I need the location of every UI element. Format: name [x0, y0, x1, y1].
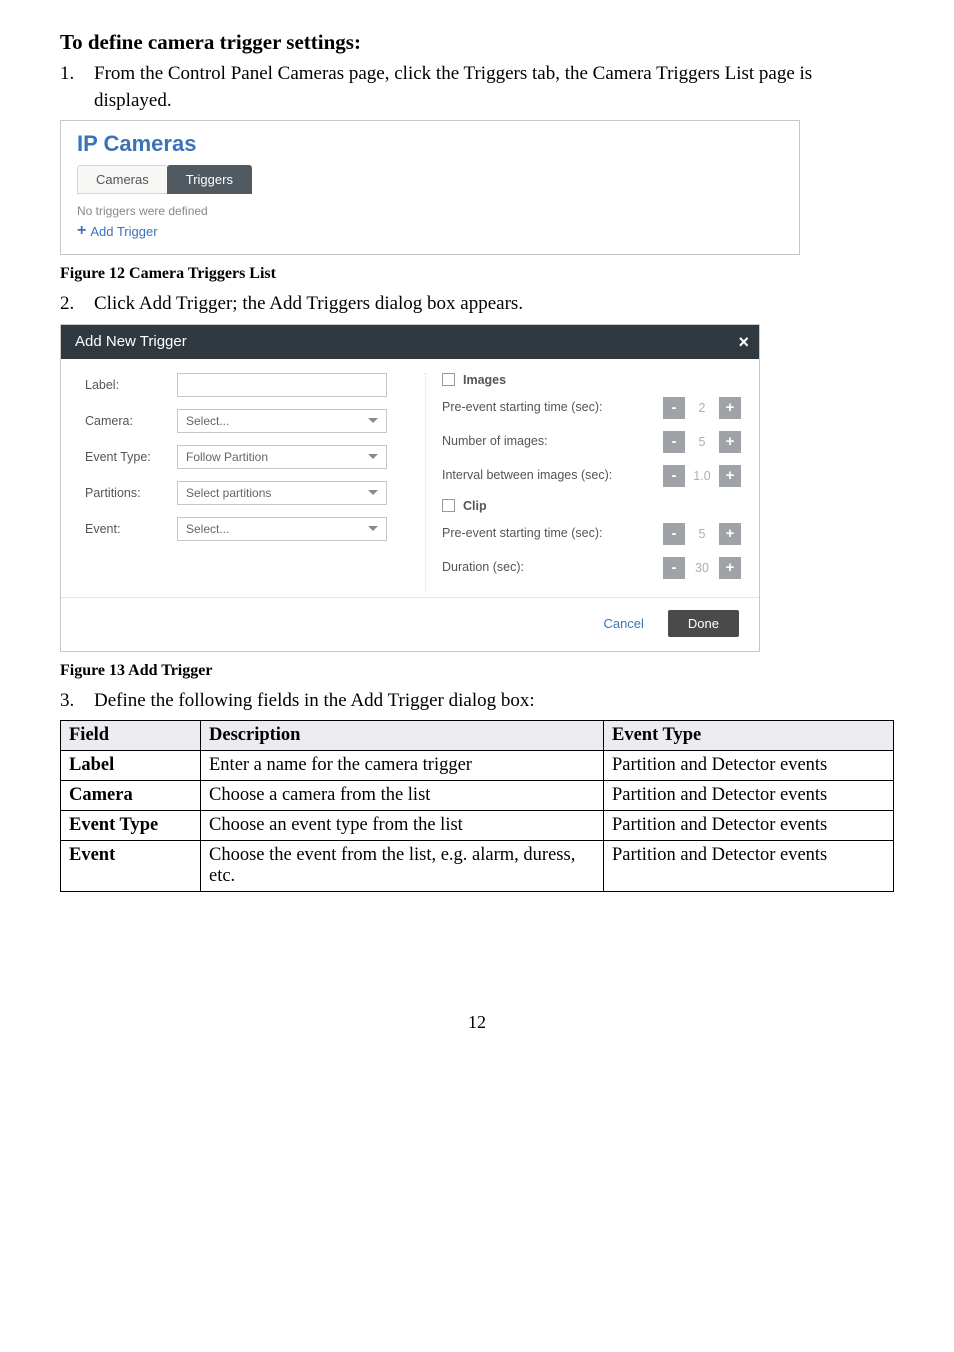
- cancel-button[interactable]: Cancel: [603, 616, 643, 631]
- pre-event-clip-value: 5: [685, 523, 719, 545]
- tab-cameras[interactable]: Cameras: [77, 165, 168, 194]
- cell-etype: Partition and Detector events: [604, 781, 894, 811]
- plus-icon: +: [77, 222, 86, 240]
- dialog-footer: Cancel Done: [61, 597, 759, 651]
- dialog-title: Add New Trigger: [75, 333, 187, 350]
- event-type-select[interactable]: Follow Partition: [177, 445, 387, 469]
- done-button[interactable]: Done: [668, 610, 739, 637]
- minus-icon[interactable]: -: [663, 557, 685, 579]
- event-select-value: Select...: [186, 522, 229, 536]
- step-1-text: From the Control Panel Cameras page, cli…: [94, 61, 894, 114]
- label-input[interactable]: [177, 373, 387, 397]
- table-row: Event Choose the event from the list, e.…: [61, 841, 894, 892]
- add-new-trigger-dialog: Add New Trigger × Label: Camera: Select.…: [60, 324, 760, 652]
- plus-icon[interactable]: +: [719, 431, 741, 453]
- cell-desc: Choose the event from the list, e.g. ala…: [201, 841, 604, 892]
- table-row: Event Type Choose an event type from the…: [61, 811, 894, 841]
- partitions-select[interactable]: Select partitions: [177, 481, 387, 505]
- cell-desc: Enter a name for the camera trigger: [201, 751, 604, 781]
- interval-images-label: Interval between images (sec):: [442, 468, 663, 483]
- number-of-images-stepper[interactable]: - 5 +: [663, 431, 741, 453]
- camera-select-value: Select...: [186, 414, 229, 428]
- cell-field: Label: [61, 751, 201, 781]
- cell-field: Camera: [61, 781, 201, 811]
- step-3-text: Define the following fields in the Add T…: [94, 688, 894, 715]
- minus-icon[interactable]: -: [663, 523, 685, 545]
- images-section-head: Images: [442, 373, 741, 387]
- cell-desc: Choose a camera from the list: [201, 781, 604, 811]
- plus-icon[interactable]: +: [719, 523, 741, 545]
- figure-12-caption: Figure 12 Camera Triggers List: [60, 265, 894, 283]
- chevron-down-icon: [368, 418, 378, 423]
- images-checkbox[interactable]: [442, 373, 455, 386]
- chevron-down-icon: [368, 526, 378, 531]
- event-type-select-value: Follow Partition: [186, 450, 268, 464]
- ip-cameras-panel: IP Cameras Cameras Triggers No triggers …: [60, 120, 800, 255]
- cell-field: Event Type: [61, 811, 201, 841]
- step-1-number: 1.: [60, 61, 94, 114]
- minus-icon[interactable]: -: [663, 465, 685, 487]
- field-definition-table: Field Description Event Type Label Enter…: [60, 720, 894, 892]
- step-2-text: Click Add Trigger; the Add Triggers dial…: [94, 291, 894, 318]
- cell-field: Event: [61, 841, 201, 892]
- camera-select[interactable]: Select...: [177, 409, 387, 433]
- cell-desc: Choose an event type from the list: [201, 811, 604, 841]
- event-select[interactable]: Select...: [177, 517, 387, 541]
- dialog-header: Add New Trigger ×: [61, 325, 759, 359]
- step-3-number: 3.: [60, 688, 94, 715]
- chevron-down-icon: [368, 490, 378, 495]
- tab-triggers[interactable]: Triggers: [167, 165, 252, 194]
- number-of-images-label: Number of images:: [442, 434, 663, 449]
- duration-stepper[interactable]: - 30 +: [663, 557, 741, 579]
- clip-head-label: Clip: [463, 499, 487, 513]
- table-header-row: Field Description Event Type: [61, 721, 894, 751]
- ip-cameras-title: IP Cameras: [77, 131, 783, 157]
- number-of-images-value: 5: [685, 431, 719, 453]
- pre-event-images-value: 2: [685, 397, 719, 419]
- table-row: Camera Choose a camera from the list Par…: [61, 781, 894, 811]
- partitions-label: Partitions:: [85, 486, 177, 500]
- col-event-type: Event Type: [604, 721, 894, 751]
- duration-value: 30: [685, 557, 719, 579]
- pre-event-clip-label: Pre-event starting time (sec):: [442, 526, 663, 541]
- camera-label: Camera:: [85, 414, 177, 428]
- clip-checkbox[interactable]: [442, 499, 455, 512]
- col-description: Description: [201, 721, 604, 751]
- tabs-row: Cameras Triggers: [77, 165, 783, 194]
- step-1: 1. From the Control Panel Cameras page, …: [60, 61, 894, 114]
- event-type-label: Event Type:: [85, 450, 177, 464]
- minus-icon[interactable]: -: [663, 397, 685, 419]
- step-2: 2. Click Add Trigger; the Add Triggers d…: [60, 291, 894, 318]
- close-icon[interactable]: ×: [738, 333, 749, 351]
- minus-icon[interactable]: -: [663, 431, 685, 453]
- pre-event-clip-stepper[interactable]: - 5 +: [663, 523, 741, 545]
- plus-icon[interactable]: +: [719, 465, 741, 487]
- chevron-down-icon: [368, 454, 378, 459]
- pre-event-images-label: Pre-event starting time (sec):: [442, 400, 663, 415]
- figure-13-caption: Figure 13 Add Trigger: [60, 662, 894, 680]
- partitions-select-value: Select partitions: [186, 486, 271, 500]
- event-label: Event:: [85, 522, 177, 536]
- cell-etype: Partition and Detector events: [604, 751, 894, 781]
- page-heading: To define camera trigger settings:: [60, 30, 894, 55]
- step-3: 3. Define the following fields in the Ad…: [60, 688, 894, 715]
- clip-section-head: Clip: [442, 499, 741, 513]
- add-trigger-label: Add Trigger: [90, 224, 157, 239]
- table-row: Label Enter a name for the camera trigge…: [61, 751, 894, 781]
- interval-images-stepper[interactable]: - 1.0 +: [663, 465, 741, 487]
- no-triggers-text: No triggers were defined: [77, 204, 783, 218]
- interval-images-value: 1.0: [685, 465, 719, 487]
- plus-icon[interactable]: +: [719, 557, 741, 579]
- page-number: 12: [60, 1012, 894, 1033]
- cell-etype: Partition and Detector events: [604, 811, 894, 841]
- cell-etype: Partition and Detector events: [604, 841, 894, 892]
- add-trigger-link[interactable]: + Add Trigger: [77, 222, 783, 240]
- step-2-number: 2.: [60, 291, 94, 318]
- plus-icon[interactable]: +: [719, 397, 741, 419]
- images-head-label: Images: [463, 373, 506, 387]
- duration-label: Duration (sec):: [442, 560, 663, 575]
- pre-event-images-stepper[interactable]: - 2 +: [663, 397, 741, 419]
- label-label: Label:: [85, 378, 177, 392]
- col-field: Field: [61, 721, 201, 751]
